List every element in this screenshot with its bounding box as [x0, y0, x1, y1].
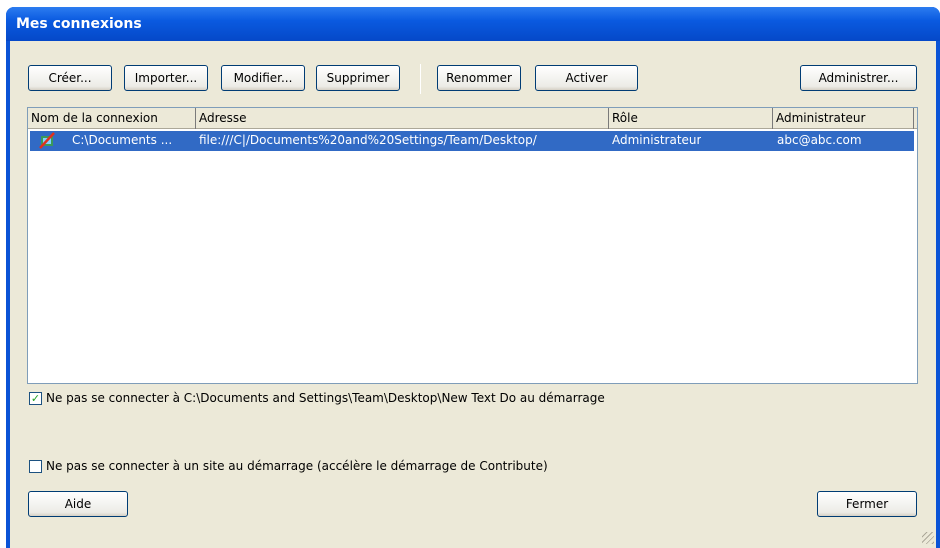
list-header: Nom de la connexion Adresse Rôle Adminis…: [28, 108, 917, 129]
connection-disabled-icon: [38, 132, 56, 152]
delete-button[interactable]: Supprimer: [316, 65, 400, 91]
table-row[interactable]: C:\Documents ... file:///C|/Documents%20…: [30, 131, 914, 151]
no-connect-any-option[interactable]: Ne pas se connecter à un site au démarra…: [29, 459, 548, 473]
cell-address: file:///C|/Documents%20and%20Settings/Te…: [199, 133, 609, 147]
no-connect-any-label: Ne pas se connecter à un site au démarra…: [46, 459, 548, 473]
administer-button[interactable]: Administrer...: [800, 65, 917, 91]
column-header-address[interactable]: Adresse: [196, 108, 609, 129]
cell-name: C:\Documents ...: [72, 133, 194, 147]
no-connect-site-checkbox[interactable]: ✓: [29, 392, 42, 405]
import-button[interactable]: Importer...: [124, 65, 208, 91]
column-header-admin[interactable]: Administrateur: [773, 108, 914, 129]
rename-button[interactable]: Renommer: [437, 65, 521, 91]
close-button[interactable]: Fermer: [817, 491, 917, 517]
dialog-title: Mes connexions: [16, 16, 142, 32]
title-bar[interactable]: Mes connexions: [6, 7, 940, 41]
toolbar-separator: [420, 64, 421, 94]
no-connect-any-checkbox[interactable]: [29, 460, 42, 473]
modify-button[interactable]: Modifier...: [221, 65, 305, 91]
no-connect-site-option[interactable]: ✓ Ne pas se connecter à C:\Documents and…: [29, 391, 605, 405]
activate-button[interactable]: Activer: [535, 65, 638, 91]
create-button[interactable]: Créer...: [28, 65, 112, 91]
resize-grip[interactable]: [922, 532, 934, 544]
cell-role: Administrateur: [612, 133, 701, 147]
help-button[interactable]: Aide: [28, 491, 128, 517]
no-connect-site-label: Ne pas se connecter à C:\Documents and S…: [46, 391, 605, 405]
column-header-name[interactable]: Nom de la connexion: [28, 108, 196, 129]
column-header-role[interactable]: Rôle: [609, 108, 773, 129]
connections-list[interactable]: Nom de la connexion Adresse Rôle Adminis…: [27, 107, 918, 384]
cell-admin: abc@abc.com: [777, 133, 862, 147]
